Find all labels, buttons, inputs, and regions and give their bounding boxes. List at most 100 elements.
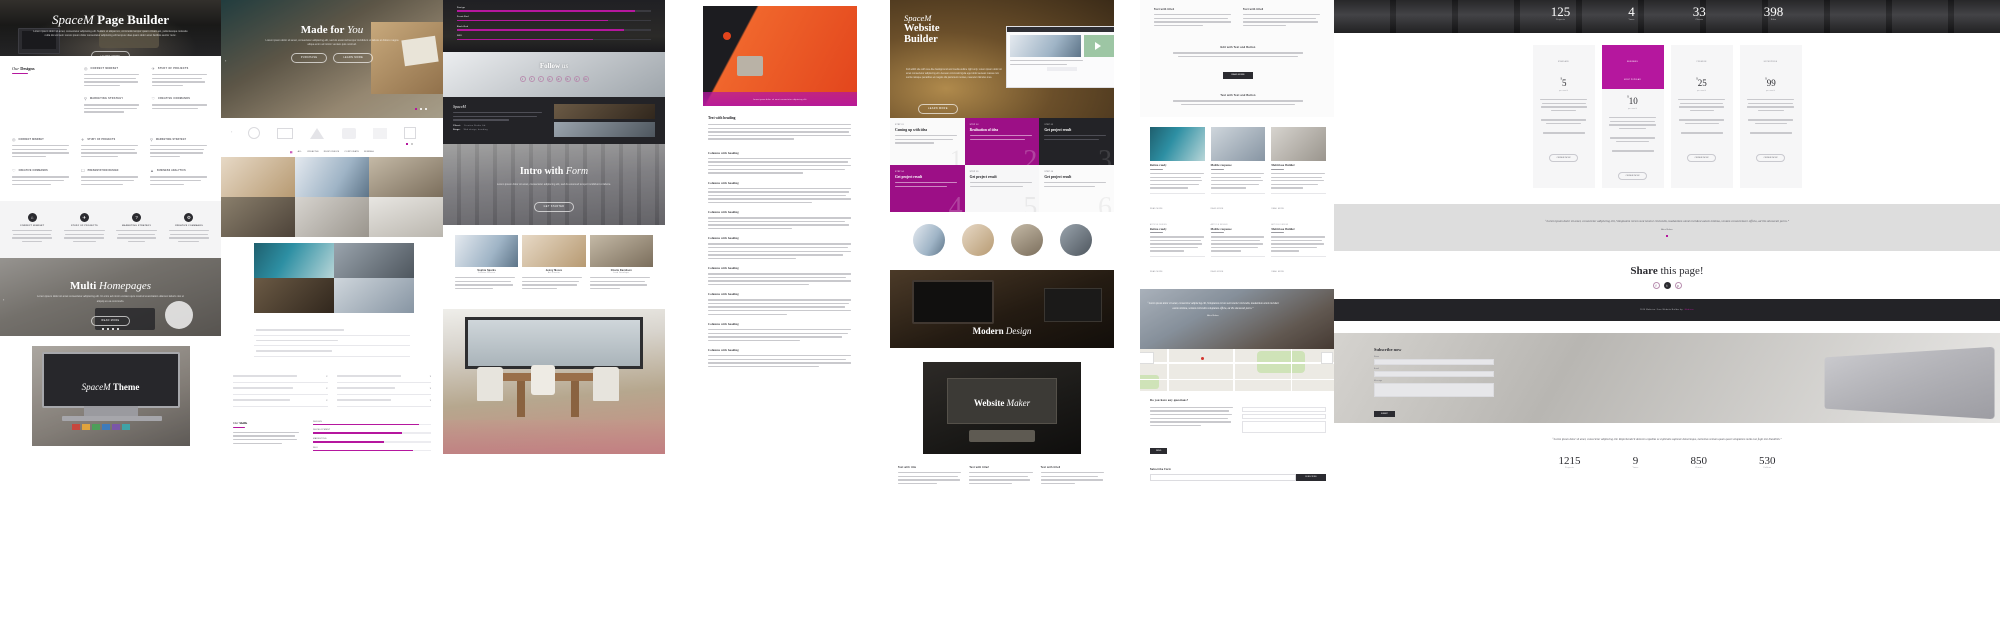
step-card[interactable]: STEP 02 Realisation of idea 2 [964,118,1040,165]
hero-cta-button[interactable]: READ MORE [91,315,130,326]
pinterest-icon[interactable]: p [1674,282,1682,290]
filter-corporate[interactable]: CORPORATE [344,151,359,153]
read-more-link[interactable]: READ MORE [1271,208,1284,210]
social-links[interactable]: t f i p d b y in [443,76,665,82]
team-card[interactable]: Jenny Moore Art Director [522,235,586,291]
blog-card[interactable]: Mobile response READ MORE [1210,127,1266,213]
price-plan[interactable]: STANDARD $5 per month ORDER NOW [1532,45,1595,189]
carousel-prev-icon[interactable]: ‹ [225,58,226,63]
facebook-icon[interactable]: f [1652,282,1660,290]
email-field[interactable] [1374,371,1494,378]
natwest-card-image[interactable]: Lorem ipsum dolor sit amet consectetur a… [700,0,860,106]
map-block[interactable] [1140,348,1336,391]
submit-button[interactable]: SUBMIT [1374,411,1395,418]
order-button[interactable]: ORDER NOW [1617,172,1648,181]
read-more-button[interactable]: READ MORE [1223,71,1253,79]
portfolio-filter-bar[interactable]: ▦ ALL CREATIVE RESPONSIVE CORPORATE MINI… [221,148,443,157]
carousel-dots[interactable] [0,328,221,331]
project-thumb[interactable] [553,104,655,119]
send-button[interactable]: SEND [1150,447,1168,454]
blog-card[interactable]: ARTICLE DESIGN Mobiriase Builder READ MO… [1271,224,1326,277]
toggle-row[interactable]: ▾ [336,383,431,395]
price-plan-featured[interactable]: BUSINESS MOST POPULAR $10 per month ORDE… [1601,45,1664,189]
portfolio-tile[interactable] [369,197,443,237]
hero-intro-with-form[interactable]: Intro with Form Lorem ipsum dolor sit am… [443,144,665,225]
facebook-icon[interactable]: f [528,76,535,82]
carousel-prev-icon[interactable]: ‹ [3,297,4,302]
message-field[interactable] [1241,420,1326,433]
pinterest-icon[interactable]: p [546,76,553,82]
hero-website-maker[interactable]: Website Maker [923,362,1081,454]
order-button[interactable]: ORDER NOW [1686,154,1717,163]
filter-responsive[interactable]: RESPONSIVE [324,151,340,153]
blog-card[interactable]: ARTICLE DESIGN Retina ready READ MORE [1150,224,1205,277]
name-field[interactable] [1241,406,1326,412]
portfolio-tile[interactable] [369,157,443,197]
portfolio-tile[interactable] [221,157,295,197]
portfolio-tile[interactable] [221,197,295,237]
icon-circle-item[interactable]: ✈ STUDY OF PROJECTS [62,213,106,244]
hero-made-for-you[interactable]: Made for You Lorem ipsum dolor sit amet,… [221,0,443,118]
grid-view-icon[interactable]: ▦ [290,150,293,154]
avatar[interactable] [1010,224,1043,256]
message-field[interactable] [1374,383,1494,398]
name-field[interactable] [1374,359,1494,366]
carousel-prev-icon[interactable]: ‹ [231,129,232,134]
avatar[interactable] [1059,224,1092,256]
blog-card[interactable]: Retina ready READ MORE [1150,127,1205,213]
toggle-row[interactable]: ▾ [336,371,431,383]
hero-spacem-theme[interactable]: SpaceM Theme [31,346,190,447]
hero-secondary-button[interactable]: LEARN MORE [333,52,374,63]
toggle-list-two-column[interactable]: ▾ ▾ ▾ ▾ ▾ ▾ [221,356,443,407]
step-card[interactable]: STEP 04 Get project result 4 [890,165,965,212]
interior-photo[interactable] [443,309,665,455]
blog-card[interactable]: ARTICLE DESIGN Mobile response READ MORE [1210,224,1266,277]
accordion-list[interactable] [221,313,443,357]
toggle-row[interactable]: ▾ [233,371,328,383]
dribbble-icon[interactable]: d [555,76,562,82]
step-card[interactable]: STEP 05 Get project result 5 [964,165,1040,212]
portfolio-tile[interactable] [334,243,414,278]
icon-circle-item[interactable]: ⌂ CORRECT MINDSET [10,213,54,244]
subscribe-email-input[interactable] [1150,473,1296,481]
linkedin-icon[interactable]: in [582,76,589,82]
filter-all[interactable]: ALL [298,151,302,153]
team-card[interactable]: Sophie Sparks Creative Director [455,235,519,291]
portfolio-tile[interactable] [295,197,369,237]
price-plan[interactable]: ENTERPRISE $99 per month ORDER NOW [1739,45,1802,189]
toggle-row[interactable]: ▾ [233,383,328,395]
toggle-row[interactable]: ▾ [233,395,328,407]
step-card[interactable]: STEP 06 Get project result 6 [1039,165,1114,212]
instagram-icon[interactable]: i [537,76,544,82]
accordion-row[interactable] [254,336,410,347]
price-plan[interactable]: PREMIUM $25 per month ORDER NOW [1670,45,1733,189]
share-buttons[interactable]: f t p [1334,282,2000,290]
accordion-row[interactable] [254,325,410,336]
read-more-link[interactable]: READ MORE [1271,271,1284,273]
blog-card[interactable]: Mobiriase Builder READ MORE [1271,127,1326,213]
portfolio-tile[interactable] [295,157,369,197]
order-button[interactable]: ORDER NOW [1755,154,1786,163]
filter-creative[interactable]: CREATIVE [307,151,319,153]
team-card[interactable]: Charle Davidson Lead Developer [589,235,653,291]
step-card[interactable]: STEP 03 Get project result 3 [1039,118,1114,165]
subscribe-button[interactable]: SUBSCRIBE [1296,473,1326,481]
hero-cta-button[interactable]: GET STARTED [533,201,575,212]
hero-multi-homepages[interactable]: Multi Homepages Lorem ipsum dolor sit am… [0,258,221,337]
portfolio-tile[interactable] [254,278,334,313]
icon-circle-item[interactable]: ? MARKETING STRATEGY [115,213,159,244]
carousel-dots[interactable] [415,108,427,110]
hero-website-builder[interactable]: SpaceM Website Builder Full width site w… [890,0,1114,118]
twitter-icon[interactable]: t [1663,282,1671,290]
hero-cta-button[interactable]: LEARN MORE [918,103,958,114]
read-more-link[interactable]: READ MORE [1150,208,1163,210]
read-more-link[interactable]: READ MORE [1211,271,1224,273]
hero-page-builder[interactable]: SpaceM Page Builder Lorem ipsum dolor si… [0,0,221,56]
map-zoom-control[interactable] [1321,351,1333,364]
footer-link[interactable]: Mobirise [1685,309,1694,311]
read-more-link[interactable]: READ MORE [1211,208,1224,210]
project-thumb[interactable] [553,122,655,137]
icon-circle-item[interactable]: ⚙ CREATIVE COMMANDS [167,213,211,244]
avatar[interactable] [961,224,994,256]
hero-modern-design[interactable]: Modern Design [890,270,1114,348]
